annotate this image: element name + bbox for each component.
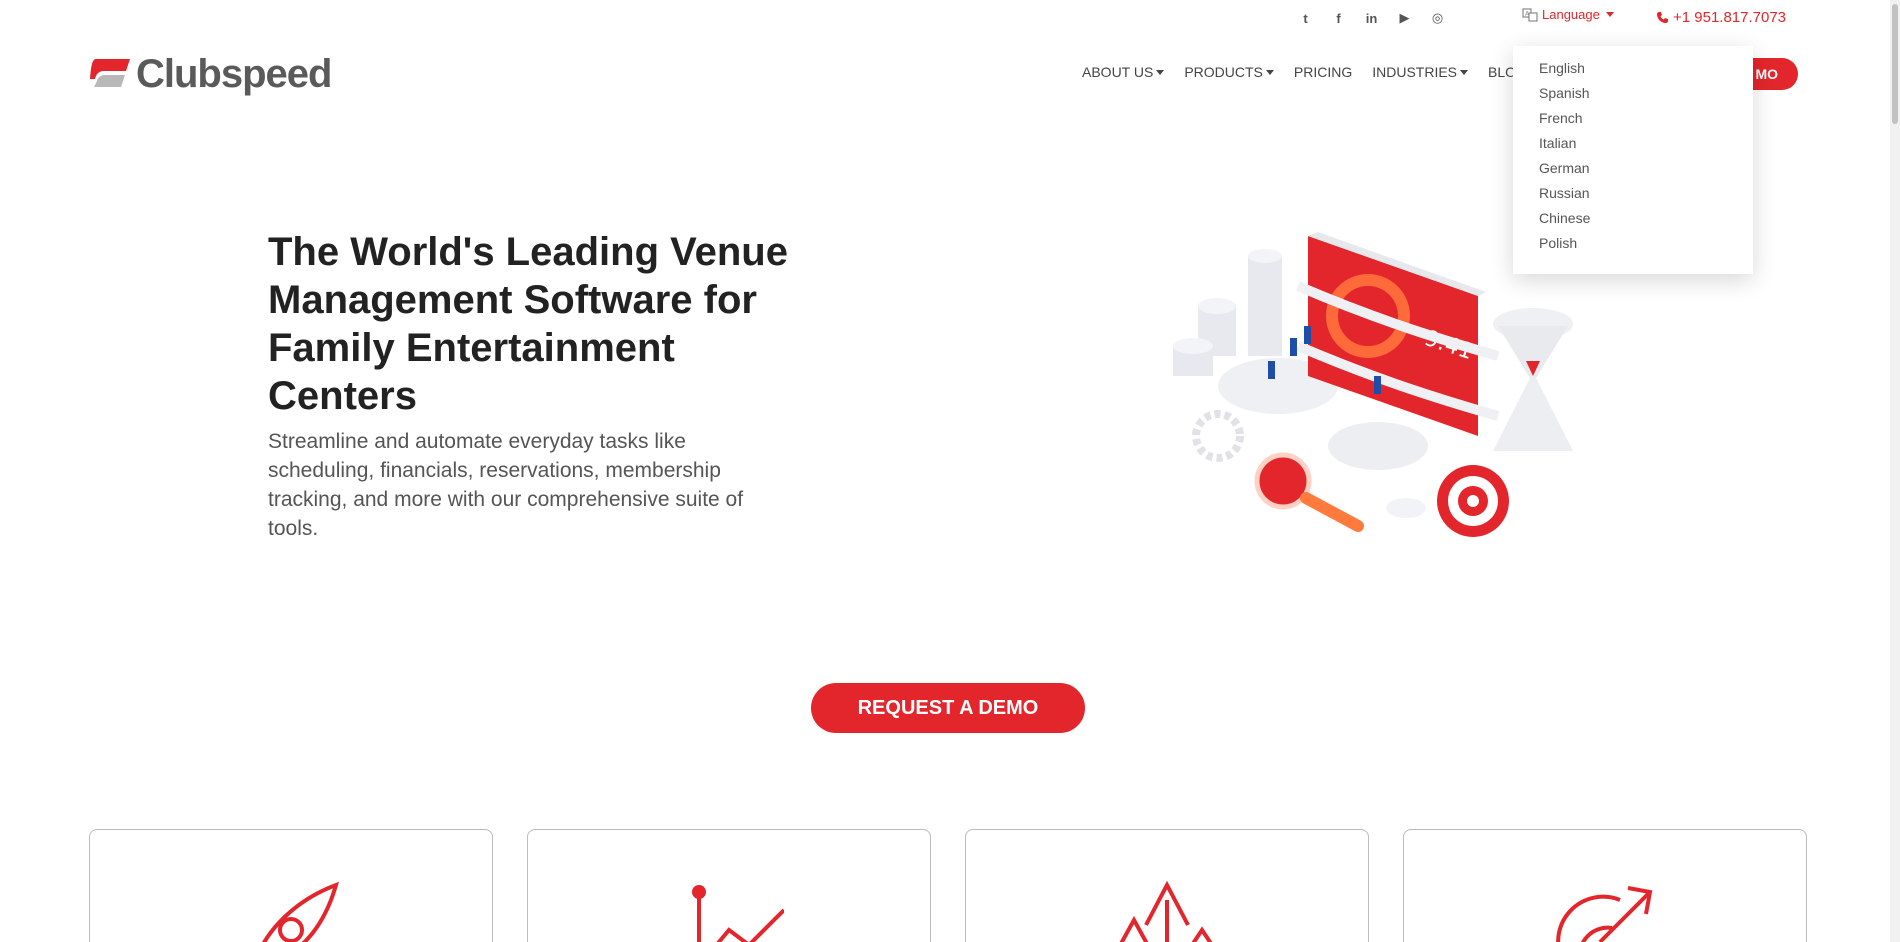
hourglass-shape xyxy=(1493,378,1573,451)
coin-icon xyxy=(1386,498,1426,518)
nav-label: PRICING xyxy=(1293,64,1353,80)
phone-link[interactable]: +1 951.817.7073 xyxy=(1656,9,1786,26)
page-scrollbar[interactable] xyxy=(1890,0,1900,942)
instagram-icon[interactable]: ◎ xyxy=(1428,10,1447,26)
social-links: t f in ▶ ◎ xyxy=(1296,10,1447,26)
language-option-russian[interactable]: Russian xyxy=(1513,181,1753,206)
nav-products[interactable]: PRODUCTS xyxy=(1184,64,1274,80)
header-demo-label: MO xyxy=(1755,66,1778,82)
chevron-down-icon xyxy=(1265,69,1274,75)
facebook-icon[interactable]: f xyxy=(1329,10,1348,26)
person-figure xyxy=(1304,326,1311,344)
scrollbar-thumb[interactable] xyxy=(1892,4,1898,124)
feature-card xyxy=(1403,829,1807,942)
person-figure xyxy=(1374,376,1381,394)
target-icon xyxy=(1467,495,1479,507)
platform-shape xyxy=(1328,422,1428,470)
logo-mark-icon xyxy=(90,58,130,87)
person-figure xyxy=(1268,361,1275,379)
chevron-down-icon xyxy=(1460,69,1469,75)
language-option-spanish[interactable]: Spanish xyxy=(1513,81,1753,106)
nav-label: ABOUT US xyxy=(1082,64,1154,80)
linkedin-icon[interactable]: in xyxy=(1362,10,1381,26)
cylinder-shape xyxy=(1173,338,1213,354)
cylinder-shape xyxy=(1248,249,1282,263)
phone-number: +1 951.817.7073 xyxy=(1673,9,1787,26)
hero-subtitle: Streamline and automate everyday tasks l… xyxy=(268,430,744,540)
language-label: Language xyxy=(1542,7,1600,22)
twitter-icon[interactable]: t xyxy=(1296,10,1315,26)
magnifier-handle-shape xyxy=(1300,492,1364,532)
feature-card xyxy=(527,829,931,942)
gear-icon xyxy=(1192,410,1244,462)
clubspeed-logo[interactable]: Clubspeed xyxy=(88,52,332,97)
feature-card xyxy=(89,829,493,942)
nav-about-us[interactable]: ABOUT US xyxy=(1082,64,1165,80)
language-option-french[interactable]: French xyxy=(1513,106,1753,131)
cylinder-shape xyxy=(1198,298,1236,314)
up-arrows-icon xyxy=(1119,880,1213,942)
phone-icon xyxy=(1657,12,1668,23)
language-option-english[interactable]: English xyxy=(1513,56,1753,81)
chevron-down-icon xyxy=(1605,12,1614,17)
hero-illustration: 9:41 xyxy=(1173,232,1573,537)
youtube-icon[interactable]: ▶ xyxy=(1395,10,1414,26)
cylinder-shape xyxy=(1248,256,1282,356)
target-arrow-icon xyxy=(1556,886,1653,942)
nav-industries[interactable]: INDUSTRIES xyxy=(1372,64,1469,80)
person-figure xyxy=(1290,338,1297,356)
language-option-german[interactable]: German xyxy=(1513,156,1753,181)
top-bar: t f in ▶ ◎ A Language +1 951.817.7073 xyxy=(0,0,1890,38)
nav-label: INDUSTRIES xyxy=(1372,64,1458,80)
nav-label: PRODUCTS xyxy=(1184,64,1263,80)
chevron-down-icon xyxy=(1156,69,1165,75)
main-nav: ABOUT US PRODUCTS PRICING INDUSTRIES BLO… xyxy=(1082,64,1527,80)
nav-pricing[interactable]: PRICING xyxy=(1294,64,1352,80)
rocket-icon xyxy=(262,881,340,942)
request-demo-button[interactable]: REQUEST A DEMO xyxy=(811,683,1085,733)
logo-wordmark: Clubspeed xyxy=(136,52,332,96)
feature-card xyxy=(965,829,1369,942)
language-toggle[interactable]: A Language xyxy=(1522,7,1614,22)
translate-icon: A xyxy=(1522,7,1538,22)
request-demo-label: REQUEST A DEMO xyxy=(857,696,1039,719)
language-option-italian[interactable]: Italian xyxy=(1513,131,1753,156)
hero-title: The World's Leading Venue Management Sof… xyxy=(268,230,788,418)
growth-chart-icon xyxy=(692,885,784,942)
